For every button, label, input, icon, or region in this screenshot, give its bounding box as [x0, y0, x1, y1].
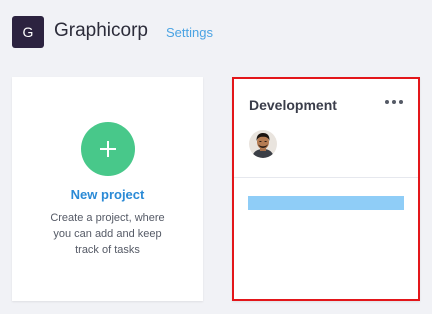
project-card-development[interactable]: Development: [232, 77, 420, 301]
plus-icon: [100, 141, 116, 157]
new-project-description: Create a project, where you can add and …: [50, 212, 165, 256]
new-project-card[interactable]: New project Create a project, where you …: [12, 77, 203, 301]
settings-link[interactable]: Settings: [166, 25, 213, 41]
more-dot: [385, 100, 389, 104]
project-progress-bar: [248, 196, 404, 210]
more-dot: [399, 100, 403, 104]
more-dot: [392, 100, 396, 104]
card-divider: [234, 177, 418, 178]
progress-fill: [248, 196, 404, 210]
add-project-button[interactable]: [81, 122, 135, 176]
new-project-label[interactable]: New project: [12, 187, 203, 202]
more-horizontal-icon[interactable]: [385, 100, 403, 104]
org-name: Graphicorp: [54, 20, 148, 41]
member-avatar[interactable]: [249, 130, 277, 158]
person-avatar-icon: [249, 130, 277, 158]
project-title: Development: [249, 97, 337, 113]
org-logo[interactable]: G: [12, 16, 44, 48]
